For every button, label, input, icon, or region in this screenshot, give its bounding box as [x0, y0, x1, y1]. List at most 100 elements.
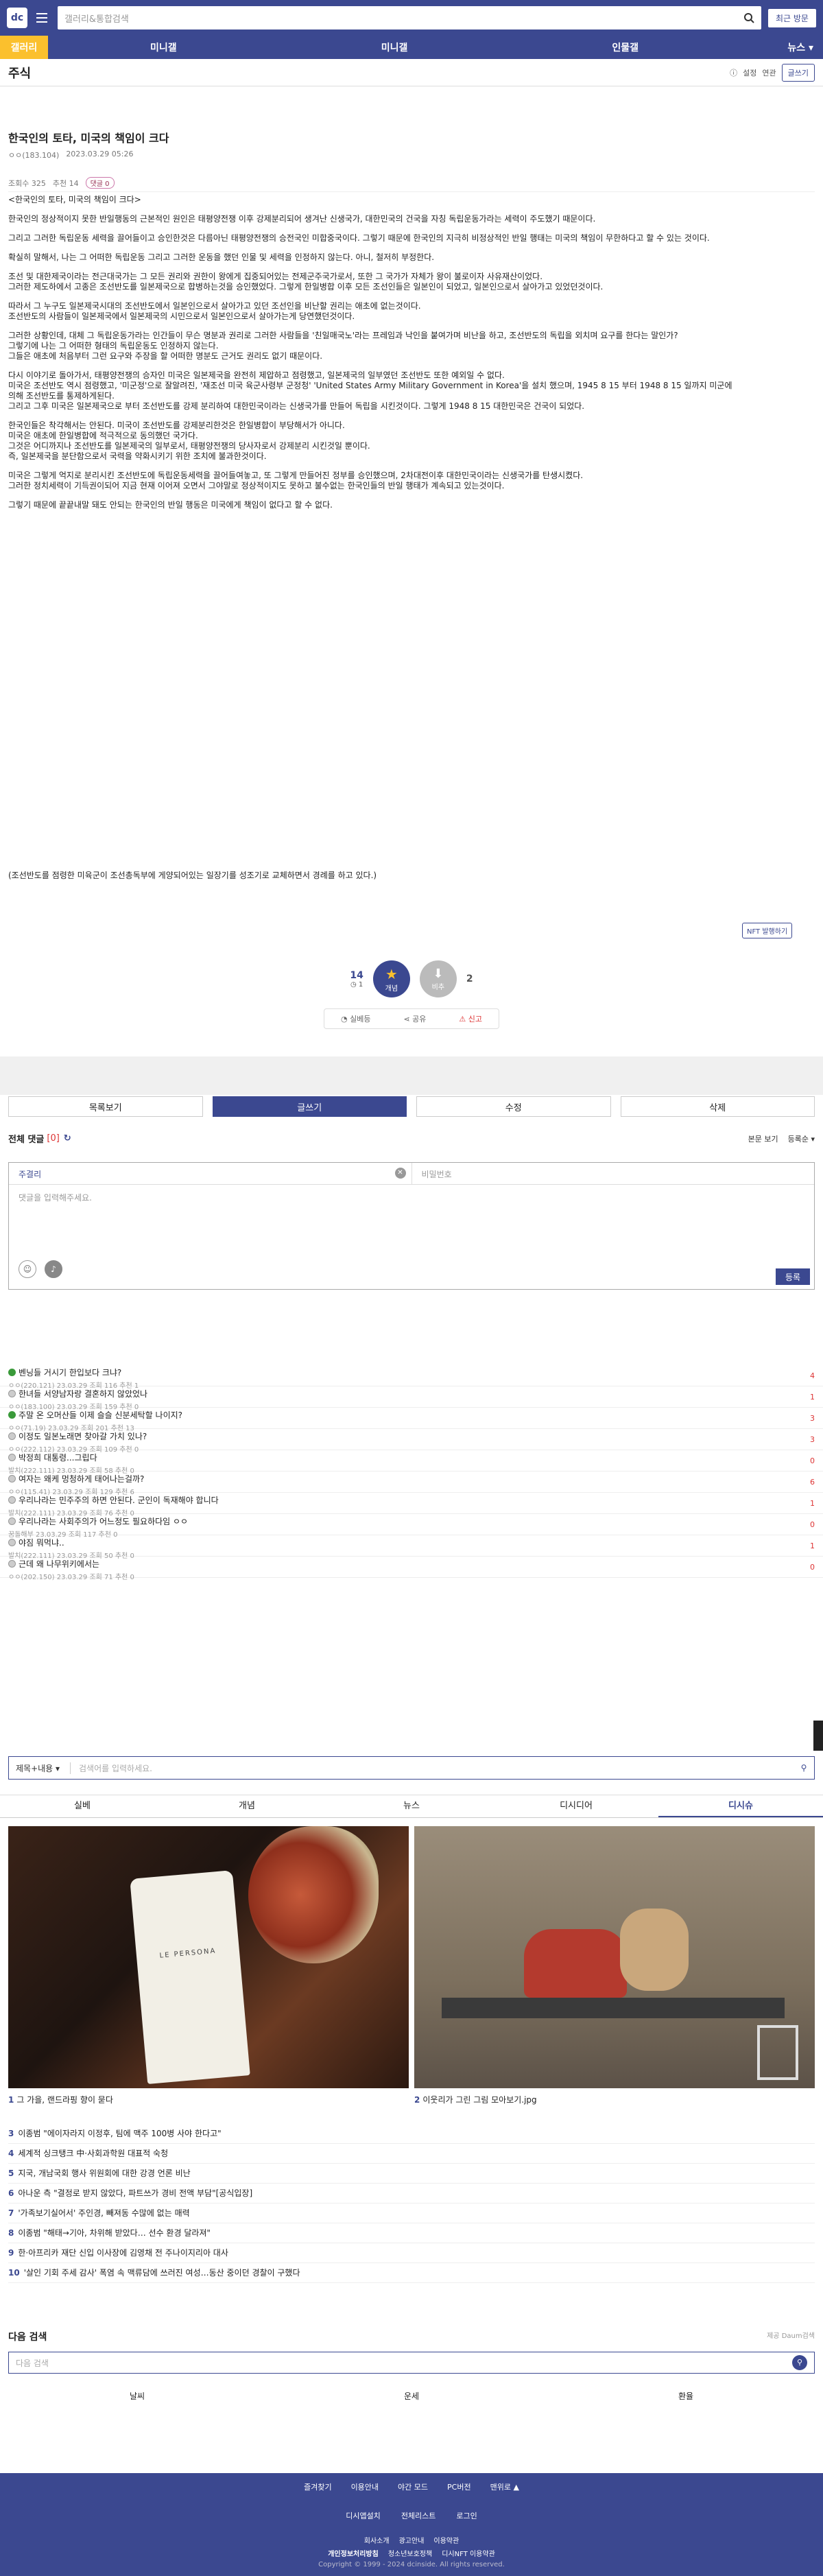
rank-item[interactable]: 4 세계적 싱크탱크 中·사회과학원 대표적 숙청 — [8, 2144, 815, 2164]
rank-num: 5 — [8, 2169, 14, 2178]
name-value: 주결리 — [19, 1170, 42, 1179]
rank-item[interactable]: 5 지국, 개남국회 행사 위원회에 대한 강경 언론 비난 — [8, 2164, 815, 2184]
rank-item[interactable]: 8 이종범 "해태→기아, 차위해 받았다… 선수 환경 달라져" — [8, 2223, 815, 2243]
caption-1-text: 그 가을, 랜드라핑 향이 묻다 — [16, 2095, 113, 2105]
post-meta: ㅇㅇ(183.104) 2023.03.29 05:26 — [8, 150, 815, 161]
list-item[interactable]: 한녀들 서양남자랑 결혼하지 않았었나 ㅇㅇ(183.100) 23.03.29 … — [0, 1386, 823, 1411]
tab-dcmedia[interactable]: 디시디어 — [494, 1795, 658, 1817]
issue-photo-2[interactable] — [414, 1826, 815, 2088]
footer-top[interactable]: 맨위로 ▲ — [490, 2481, 519, 2492]
downvote-button[interactable]: ⬇ 비추 — [419, 960, 457, 997]
rank-item[interactable]: 10 '살인 기회 주세 감사' 폭염 속 맥류담에 쓰러진 여성…동산 중이던 … — [8, 2263, 815, 2283]
photo-caption-1[interactable]: 1그 가을, 랜드라핑 향이 묻다 — [8, 2094, 113, 2105]
rank-item[interactable]: 6 아나운 측 "결정로 받지 않았다, 파트쓰가 경비 전액 부담"[공식입장] — [8, 2184, 815, 2203]
body-view-link[interactable]: 본문 보기 — [748, 1133, 778, 1144]
footer-pc[interactable]: PC버전 — [447, 2481, 471, 2492]
search-type-select[interactable]: 제목+내용 ▾ — [9, 1762, 71, 1774]
list-item[interactable]: 박정희 대통령...그립다 발치(222.111) 23.03.29 조회 58 … — [0, 1450, 823, 1475]
footer-guide[interactable]: 이용안내 — [351, 2481, 379, 2492]
post-line: 그러한 정치세력이 기득권이되어 지금 현재 이어져 오면서 그야말로 정상적이… — [8, 481, 505, 491]
post-list: 벤닝들 거시기 한입보다 크냐? ㅇㅇ(220.121) 23.03.29 조회 … — [0, 1365, 823, 1581]
footer-company[interactable]: 회사소개 — [364, 2535, 390, 2545]
post-line: 미국은 애초에 한일병합에 적극적으로 동의했던 국가다. — [8, 431, 198, 440]
refresh-icon[interactable]: ↻ — [64, 1133, 71, 1144]
vote-area: 14 ◷ 1 ★ 개념 ⬇ 비추 2 — [0, 960, 823, 997]
gnb-gallery[interactable]: 갤러리 — [0, 36, 48, 59]
upvote-button[interactable]: ★ 개념 — [372, 960, 410, 997]
report-button[interactable]: ⚠ 신고 — [459, 1013, 482, 1024]
bottom-search-input[interactable]: 검색어를 입력하세요. — [71, 1762, 794, 1774]
footer-night[interactable]: 야간 모드 — [398, 2481, 428, 2492]
rank-item[interactable]: 3 이종범 "에이자라지 이정후, 팀에 맥주 100병 사야 한다고" — [8, 2124, 815, 2144]
search-icon[interactable]: ⚲ — [794, 1763, 814, 1773]
related-link[interactable]: 연관 — [762, 67, 776, 78]
cat-weather[interactable]: 날씨 — [0, 2390, 274, 2402]
list-item[interactable]: 벤닝들 거시기 한입보다 크냐? ㅇㅇ(220.121) 23.03.29 조회 … — [0, 1365, 823, 1390]
rank-item[interactable]: 9 한·아프리카 재단 신입 이사장에 김영채 전 주나이지리아 대사 — [8, 2243, 815, 2263]
setting-link[interactable]: 설정 — [743, 67, 756, 78]
post-actions: 목록보기 글쓰기 수정 삭제 — [0, 1096, 823, 1117]
edit-button[interactable]: 수정 — [416, 1096, 611, 1117]
cat-fortune[interactable]: 운세 — [274, 2390, 549, 2402]
rank-item[interactable]: 7 '가족보기실어서' 주인경, 빼져동 수많에 없는 매력 — [8, 2203, 815, 2223]
footer-login[interactable]: 로그인 — [456, 2510, 477, 2521]
comment-textarea[interactable]: 댓글을 입력해주세요. — [9, 1185, 814, 1260]
search-icon[interactable]: ⚲ — [792, 2355, 807, 2370]
gnb-minor[interactable]: 미니갤 — [48, 40, 279, 54]
name-input[interactable]: 주결리 ✕ — [9, 1163, 412, 1184]
tab-silbe[interactable]: 실베 — [0, 1795, 165, 1817]
list-item[interactable]: 우리나라는 민주주의 하면 안된다. 군인이 독재해야 합니다 발치(222.11… — [0, 1493, 823, 1517]
post-paragraph: 그렇기 때문에 끝끝내말 돼도 안되는 한국인의 반일 행동은 미국에게 책임이… — [8, 500, 815, 510]
dc-logo[interactable]: dc — [7, 8, 27, 28]
list-item[interactable]: 이정도 일본노래면 찾아갈 가치 있나? ㅇㅇ(222.112) 23.03.29… — [0, 1429, 823, 1454]
footer-youth[interactable]: 청소년보호정책 — [388, 2548, 432, 2558]
voice-icon[interactable]: ♪ — [45, 1260, 62, 1278]
write-button[interactable]: 글쓰기 — [212, 1096, 407, 1117]
daum-search-input[interactable]: 다음 검색 ⚲ — [8, 2352, 815, 2374]
gnb-news[interactable]: 뉴스 ▾ — [741, 40, 823, 54]
list-item[interactable]: 우리나라는 사회주의가 어느정도 필요하다임 ㅇㅇ 꿈돌해부 23.03.29 조… — [0, 1514, 823, 1539]
list-item[interactable]: 야짐 뭐먹냐.. 발치(222.111) 23.03.29 조회 50 추천 01 — [0, 1535, 823, 1560]
list-button[interactable]: 목록보기 — [8, 1096, 203, 1117]
footer-privacy[interactable]: 개인정보처리방침 — [328, 2548, 379, 2558]
footer-terms[interactable]: 이용약관 — [433, 2535, 459, 2545]
post-line: 조선반도의 사람들이 일본제국에서 일본제국의 시민으로서 일본인으로서 살아가… — [8, 311, 355, 321]
recent-visit-button[interactable]: 최근 방문 — [768, 8, 816, 27]
footer-app[interactable]: 디시앱설치 — [346, 2510, 381, 2521]
post-author[interactable]: ㅇㅇ(183.104) — [8, 150, 59, 161]
menu-button[interactable] — [32, 8, 52, 28]
footer-list[interactable]: 전체리스트 — [401, 2510, 436, 2521]
nft-button[interactable]: NFT 발행하기 — [742, 923, 793, 938]
password-input[interactable]: 비밀번호 — [412, 1163, 815, 1184]
comment-submit-button[interactable]: 등록 — [776, 1268, 810, 1285]
silbe-button[interactable]: ◔ 실베등 — [341, 1013, 370, 1024]
list-item-title-row: 박정희 대통령...그립다 — [8, 1452, 815, 1463]
comment-count-badge[interactable]: 댓글 0 — [85, 177, 115, 189]
cat-exchange[interactable]: 환율 — [549, 2390, 823, 2402]
list-item[interactable]: 주말 온 오머산들 이제 슬슬 신분세탁할 나이지? ㅇㅇ(71.19) 23.0… — [0, 1408, 823, 1432]
footer-ad[interactable]: 광고안내 — [399, 2535, 425, 2545]
tab-news[interactable]: 뉴스 — [329, 1795, 494, 1817]
delete-button[interactable]: 삭제 — [620, 1096, 815, 1117]
gnb-person[interactable]: 인물갤 — [510, 40, 741, 54]
side-tab[interactable] — [813, 1721, 823, 1751]
footer-bookmark[interactable]: 즐겨찾기 — [304, 2481, 331, 2492]
list-item[interactable]: 근데 왜 나무위키에서는 ㅇㅇ(202.150) 23.03.29 조회 71 추… — [0, 1557, 823, 1581]
issue-photo-1[interactable]: LE PERSONA — [8, 1826, 409, 2088]
search-icon[interactable] — [743, 12, 754, 23]
info-icon[interactable]: ⓘ — [730, 67, 737, 78]
footer-nft[interactable]: 디시NFT 이용약관 — [442, 2548, 495, 2558]
tab-dcissue[interactable]: 디시슈 — [658, 1795, 823, 1817]
tab-gaenyeom[interactable]: 개념 — [165, 1795, 329, 1817]
dccon-icon[interactable]: ☺ — [19, 1260, 36, 1278]
write-button-top[interactable]: 글쓰기 — [781, 63, 815, 82]
post-paragraph: <한국인의 토타, 미국의 책임이 크다> — [8, 195, 815, 205]
photo-caption-2[interactable]: 2 이웃리가 그린 그림 모아보기.jpg — [414, 2094, 537, 2105]
clear-icon[interactable]: ✕ — [394, 1168, 406, 1179]
comment-title: 전체 댓글 — [8, 1135, 45, 1145]
sort-select[interactable]: 등록순 ▾ — [788, 1133, 815, 1144]
share-button[interactable]: ⋖ 공유 — [403, 1013, 426, 1024]
list-item[interactable]: 여자는 왜케 멍청하게 태어나는걸까? ㅇㅇ(115.41) 23.03.29 조… — [0, 1472, 823, 1496]
gnb-mini[interactable]: 미니갤 — [279, 40, 510, 54]
top-search-input[interactable]: 갤러리&통합검색 — [58, 6, 761, 29]
